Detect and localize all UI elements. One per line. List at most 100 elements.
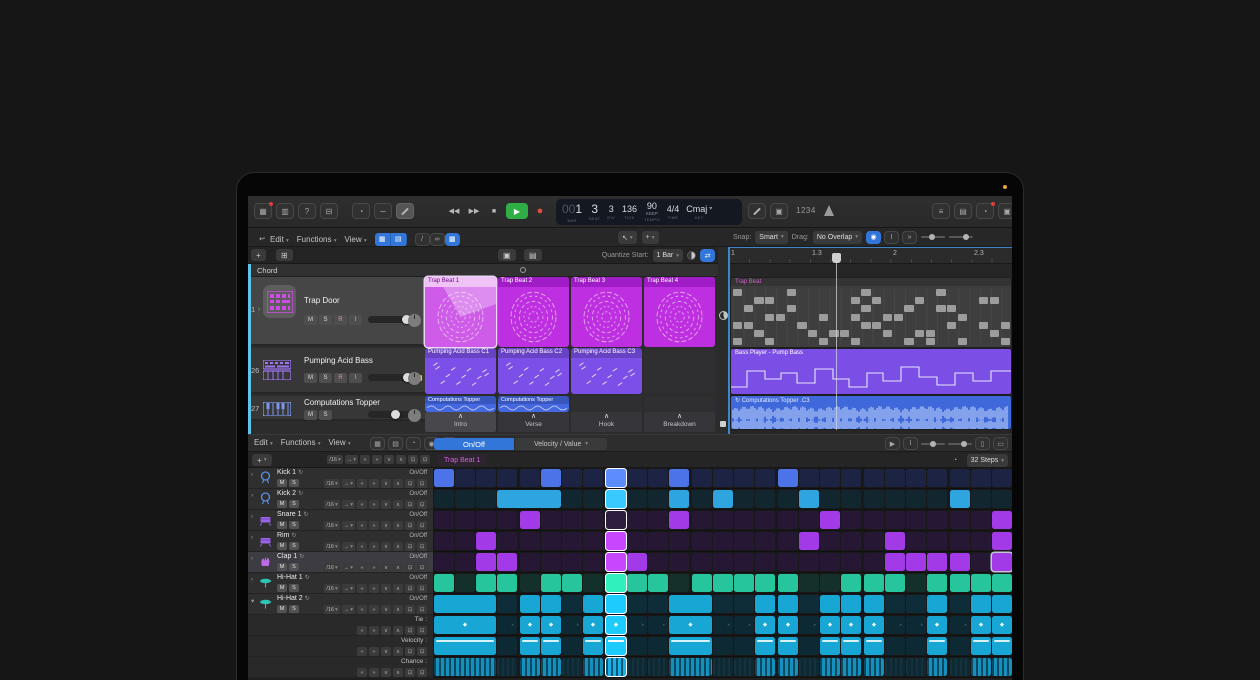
step-cell[interactable] (778, 574, 798, 592)
step-cell[interactable] (992, 469, 1012, 487)
step-cell[interactable] (734, 469, 754, 487)
step-cell[interactable] (734, 490, 754, 508)
shift-left-icon[interactable]: « (357, 626, 367, 635)
step-cell[interactable] (971, 574, 991, 592)
step-cell[interactable] (992, 490, 1012, 508)
row-header[interactable]: Chance :«»∨∧⊡⊡ (248, 657, 434, 678)
step-cell[interactable] (950, 511, 970, 529)
row-header[interactable]: ›Kick 1↻On/OffMS/16▾→▾«»∨∧⊡⊡ (248, 468, 434, 489)
solo-button[interactable]: S (319, 315, 332, 325)
scene-trigger-hook[interactable]: ∧Hook (571, 412, 642, 432)
step-cell[interactable] (799, 574, 819, 592)
play-button[interactable]: ▶ (506, 203, 528, 219)
step-cell[interactable] (606, 595, 626, 613)
step-cell[interactable] (950, 616, 970, 634)
rotate-select[interactable]: →▾ (342, 584, 355, 593)
step-cell[interactable] (669, 511, 689, 529)
rotate-select[interactable]: →▾ (342, 563, 355, 572)
text-tool-icon[interactable]: I (903, 437, 918, 450)
seq-horizontal-zoom-slider[interactable] (948, 443, 972, 445)
step-cell[interactable] (476, 511, 496, 529)
step-cell[interactable] (497, 637, 517, 655)
step-cell[interactable] (841, 658, 861, 676)
step-cell[interactable] (541, 595, 561, 613)
region-pump-bass[interactable]: Bass Player - Pump Bass (730, 348, 1012, 395)
step-cell[interactable] (755, 658, 775, 676)
step-cell[interactable] (971, 637, 991, 655)
row-disclosure-icon[interactable]: › (251, 576, 253, 583)
step-cell[interactable] (627, 574, 647, 592)
step-cell[interactable] (520, 469, 540, 487)
rotate-select[interactable]: →▾ (345, 455, 358, 464)
step-cell[interactable] (606, 532, 626, 550)
step-cell[interactable] (971, 595, 991, 613)
step-cell[interactable] (778, 595, 798, 613)
row-disclosure-icon[interactable]: › (251, 471, 253, 478)
clear-step-icon[interactable]: ⊡ (417, 584, 427, 593)
step-cell[interactable] (434, 532, 454, 550)
step-cell[interactable] (885, 637, 905, 655)
step-cell[interactable] (927, 532, 947, 550)
shift-right-icon[interactable]: » (369, 647, 379, 656)
playhead-handle[interactable] (832, 253, 841, 263)
track-icon-tile[interactable] (263, 285, 296, 318)
step-cell[interactable] (669, 553, 689, 571)
increment-icon[interactable]: ∧ (393, 626, 403, 635)
step-cell[interactable] (971, 532, 991, 550)
step-cell[interactable] (841, 616, 861, 634)
solo-button[interactable]: S (319, 373, 332, 383)
mute-button[interactable]: M (304, 410, 317, 420)
step-cell[interactable] (927, 469, 947, 487)
step-cell[interactable] (841, 574, 861, 592)
step-cell[interactable] (648, 637, 668, 655)
loop-cell[interactable]: Computations Topper (425, 396, 496, 412)
clear-step-icon[interactable]: ⊡ (417, 500, 427, 509)
step-cell[interactable] (713, 469, 733, 487)
row-header[interactable]: ›Snare 1↻On/OffMS/16▾→▾«»∨∧⊡⊡ (248, 510, 434, 531)
step-cell[interactable] (755, 490, 775, 508)
step-cell[interactable] (562, 637, 582, 655)
shift-left-icon[interactable]: « (357, 479, 367, 488)
clear-step-icon[interactable]: ⊡ (417, 542, 427, 551)
row-header[interactable]: ›Rim↻On/OffMS/16▾→▾«»∨∧⊡⊡ (248, 531, 434, 552)
pattern-length-select[interactable]: 32 Steps▾ (967, 454, 1008, 467)
stop-button[interactable]: ■ (486, 203, 502, 219)
step-rate-select[interactable]: /16▾ (324, 500, 339, 509)
browsers-icon[interactable]: ▣ (998, 203, 1012, 219)
decrement-icon[interactable]: ∨ (381, 626, 391, 635)
volume-knob[interactable] (391, 410, 400, 419)
cell-height-icon[interactable]: ▯ (975, 437, 990, 450)
random-step-icon[interactable]: ⊡ (405, 668, 415, 677)
row-solo-button[interactable]: S (289, 584, 299, 592)
step-cell[interactable] (627, 637, 647, 655)
step-cell[interactable] (520, 616, 540, 634)
lcd-key[interactable]: Cmaj▾ KEY (686, 205, 712, 220)
inspector-icon[interactable]: ▥ (276, 203, 294, 219)
loop-length-icon[interactable]: ∞ (430, 233, 445, 246)
catch-icon[interactable]: ▶ (885, 437, 900, 450)
step-cell[interactable] (583, 574, 603, 592)
decrement-icon[interactable]: ∨ (384, 455, 394, 464)
pattern-length-icon[interactable]: ◔ (948, 454, 963, 467)
loops-menu-view[interactable]: View ▾ (344, 235, 366, 244)
step-cell[interactable] (583, 469, 603, 487)
decrement-icon[interactable]: ∨ (381, 521, 391, 530)
seq-menu-view[interactable]: View ▾ (328, 438, 350, 447)
step-cell[interactable] (841, 553, 861, 571)
skip-cycle-icon[interactable]: » (902, 231, 917, 244)
step-cell[interactable] (841, 532, 861, 550)
step-cell[interactable] (927, 574, 947, 592)
track-disclosure-icon[interactable]: › (258, 306, 260, 313)
shift-left-icon[interactable]: « (357, 563, 367, 572)
shift-left-icon[interactable]: « (357, 521, 367, 530)
step-cell[interactable] (648, 490, 668, 508)
shift-left-icon[interactable]: « (357, 647, 367, 656)
step-cell[interactable] (434, 574, 454, 592)
step-cell[interactable] (950, 658, 970, 676)
step-cell[interactable] (971, 658, 991, 676)
rotate-select[interactable]: →▾ (342, 479, 355, 488)
step-cell[interactable] (992, 595, 1012, 613)
random-step-icon[interactable]: ⊡ (405, 479, 415, 488)
row-header[interactable]: ›Kick 2↻On/OffMS/16▾→▾«»∨∧⊡⊡ (248, 489, 434, 510)
step-cell[interactable] (541, 511, 561, 529)
